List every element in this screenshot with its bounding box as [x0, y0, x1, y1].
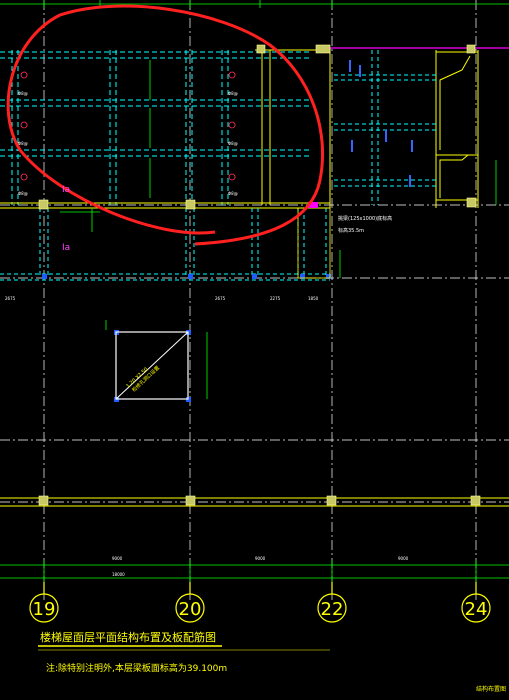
- lower-beams: [0, 208, 330, 281]
- axis-label-20: 20: [179, 599, 202, 620]
- axis-bubbles: [29, 582, 491, 623]
- dimension-labels-bottom: 9000 9000 9000 18000: [112, 556, 409, 577]
- axis-grid: [0, 0, 509, 600]
- dim-label: 9000: [112, 556, 123, 561]
- dim-label: 2675: [5, 296, 16, 301]
- slab-mark-ia-1: Ia: [62, 185, 70, 195]
- panel-label: Φ8@: [18, 91, 28, 96]
- structural-drawing-canvas: Φ8@ Φ8@ Φ8@ Φ8@ Φ8@ Φ8@ Ia Ia 挑梁(125x100…: [0, 0, 509, 693]
- panel-label: Φ8@: [228, 91, 238, 96]
- top-dimension: [0, 0, 509, 8]
- drawing-note: 注:除特别注明外,本层梁板面标高为39.100m: [46, 662, 227, 674]
- stair-opening: [105, 320, 208, 400]
- dim-label: 9000: [398, 556, 409, 561]
- beam-annotation: 挑梁(125x1000)底标高: [338, 215, 392, 222]
- axis-label-19: 19: [33, 599, 56, 620]
- panel-label: Φ8@: [18, 191, 28, 196]
- stair-core: [297, 207, 331, 279]
- drawing-title: 楼梯屋面层平面结构布置及板配筋图: [40, 630, 216, 644]
- rebar-hooks: [20, 71, 236, 181]
- anchor-points: [42, 274, 331, 402]
- dim-label: 1850: [308, 296, 319, 301]
- right-zone-beams: [334, 50, 436, 205]
- dim-label-total: 18000: [112, 572, 125, 577]
- panel-label: Φ8@: [228, 141, 238, 146]
- corner-note: 结构布置图: [476, 685, 506, 693]
- axis-label-24: 24: [465, 599, 488, 620]
- right-zone-rebar: [349, 60, 413, 187]
- rebar-ticks: [0, 60, 509, 582]
- dimension-labels-mid: 2675 2675 2275 1850: [5, 296, 319, 301]
- dim-label: 2675: [215, 296, 226, 301]
- slab-beams-upper-left: [0, 50, 310, 205]
- axis-label-22: 22: [321, 599, 344, 620]
- slab-mark-ia-2: Ia: [62, 243, 70, 253]
- dim-label: 9000: [255, 556, 266, 561]
- dim-label: 2275: [270, 296, 281, 301]
- panel-label: Φ8@: [18, 141, 28, 146]
- columns: [38, 44, 481, 506]
- panel-label: Φ8@: [228, 191, 238, 196]
- level-annotation: 标高35.5m: [338, 227, 364, 234]
